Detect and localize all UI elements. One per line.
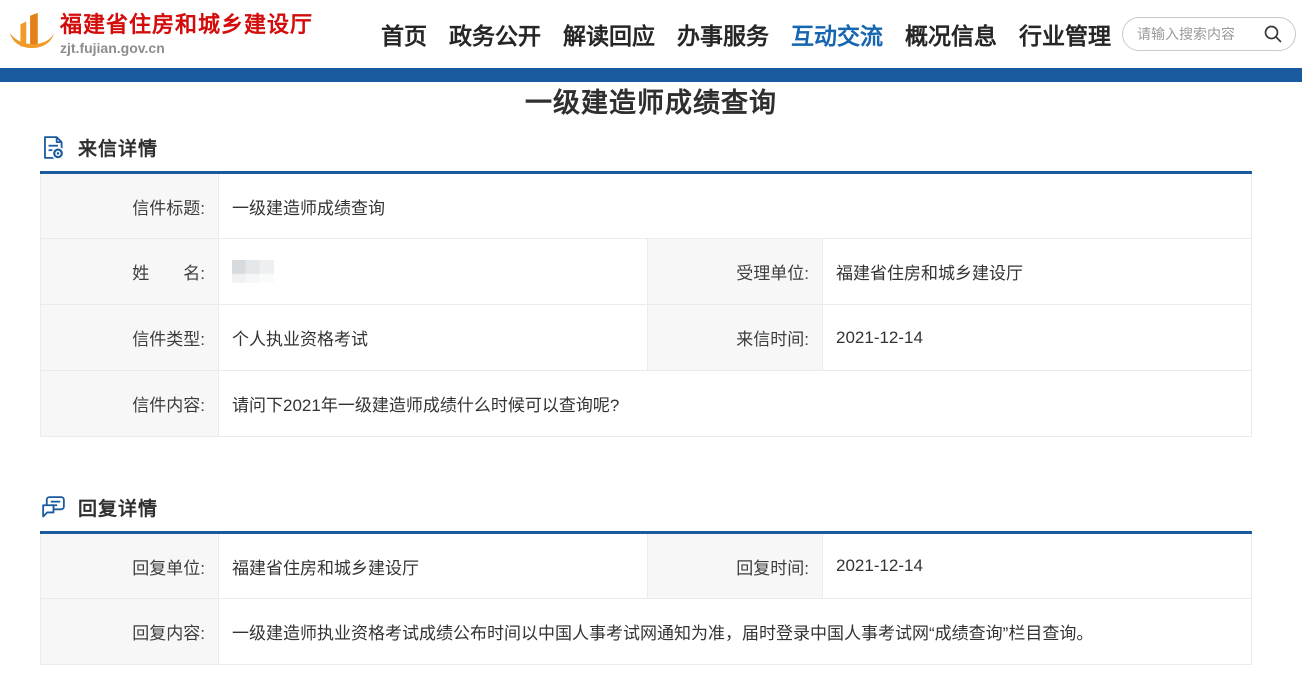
- building-logo-icon: [8, 7, 56, 61]
- reply-time-label: 回复时间:: [648, 533, 823, 599]
- letter-time-value: 2021-12-14: [823, 305, 1252, 371]
- table-row: 信件标题: 一级建造师成绩查询: [41, 173, 1252, 239]
- reply-content-value: 一级建造师执业资格考试成绩公布时间以中国人事考试网通知为准，届时登录中国人事考试…: [219, 599, 1252, 665]
- nav-item-interpretation[interactable]: 解读回应: [563, 17, 655, 51]
- nav-item-services[interactable]: 办事服务: [677, 17, 769, 51]
- reply-time-value: 2021-12-14: [823, 533, 1252, 599]
- site-name: 福建省住房和城乡建设厅: [60, 12, 313, 38]
- site-logo[interactable]: 福建省住房和城乡建设厅 zjt.fujian.gov.cn: [8, 7, 313, 61]
- table-row: 姓 名: 受理单位: 福建省住房和城乡建设厅: [41, 239, 1252, 305]
- chat-bubbles-icon: [40, 494, 67, 521]
- reply-details-section: 回复详情 回复单位: 福建省住房和城乡建设厅 回复时间: 2021-12-14 …: [40, 494, 1252, 665]
- letter-title-value: 一级建造师成绩查询: [219, 173, 1252, 239]
- letter-content-label: 信件内容:: [41, 371, 219, 437]
- header-divider-bar: [0, 68, 1302, 82]
- reply-unit-value: 福建省住房和城乡建设厅: [219, 533, 648, 599]
- letter-unit-value: 福建省住房和城乡建设厅: [823, 239, 1252, 305]
- search-box[interactable]: [1122, 17, 1296, 51]
- letter-title-label: 信件标题:: [41, 173, 219, 239]
- site-header: 福建省住房和城乡建设厅 zjt.fujian.gov.cn 首页 政务公开 解读…: [0, 0, 1302, 68]
- search-icon[interactable]: [1263, 24, 1283, 44]
- letter-details-table: 信件标题: 一级建造师成绩查询 姓 名: 受理单位: 福建省住房和城乡建设厅 信…: [40, 171, 1252, 437]
- letter-unit-label: 受理单位:: [648, 239, 823, 305]
- masked-name: [232, 260, 274, 283]
- main-nav: 首页 政务公开 解读回应 办事服务 互动交流 概况信息 行业管理: [381, 17, 1111, 51]
- letter-type-label: 信件类型:: [41, 305, 219, 371]
- nav-item-home[interactable]: 首页: [381, 17, 427, 51]
- letter-name-value: [219, 239, 648, 305]
- letter-section-header: 来信详情: [40, 134, 1252, 161]
- nav-item-gov-info[interactable]: 政务公开: [449, 17, 541, 51]
- letter-type-value: 个人执业资格考试: [219, 305, 648, 371]
- letter-section-title: 来信详情: [78, 134, 158, 161]
- page-title: 一级建造师成绩查询: [0, 87, 1302, 119]
- nav-item-overview[interactable]: 概况信息: [905, 17, 997, 51]
- reply-section-header: 回复详情: [40, 494, 1252, 521]
- reply-unit-label: 回复单位:: [41, 533, 219, 599]
- reply-details-table: 回复单位: 福建省住房和城乡建设厅 回复时间: 2021-12-14 回复内容:…: [40, 531, 1252, 665]
- letter-time-label: 来信时间:: [648, 305, 823, 371]
- search-input[interactable]: [1137, 26, 1263, 42]
- table-row: 信件内容: 请问下2021年一级建造师成绩什么时候可以查询呢?: [41, 371, 1252, 437]
- letter-name-label: 姓 名:: [41, 239, 219, 305]
- letter-content-value: 请问下2021年一级建造师成绩什么时候可以查询呢?: [219, 371, 1252, 437]
- table-row: 回复单位: 福建省住房和城乡建设厅 回复时间: 2021-12-14: [41, 533, 1252, 599]
- reply-content-label: 回复内容:: [41, 599, 219, 665]
- table-row: 信件类型: 个人执业资格考试 来信时间: 2021-12-14: [41, 305, 1252, 371]
- nav-item-interaction[interactable]: 互动交流: [791, 17, 883, 51]
- letter-details-section: 来信详情 信件标题: 一级建造师成绩查询 姓 名: 受理单位: 福建省住房和城乡…: [40, 134, 1252, 437]
- reply-section-title: 回复详情: [78, 494, 158, 521]
- table-row: 回复内容: 一级建造师执业资格考试成绩公布时间以中国人事考试网通知为准，届时登录…: [41, 599, 1252, 665]
- nav-item-industry[interactable]: 行业管理: [1019, 17, 1111, 51]
- site-domain: zjt.fujian.gov.cn: [60, 40, 313, 56]
- document-icon: [40, 134, 67, 161]
